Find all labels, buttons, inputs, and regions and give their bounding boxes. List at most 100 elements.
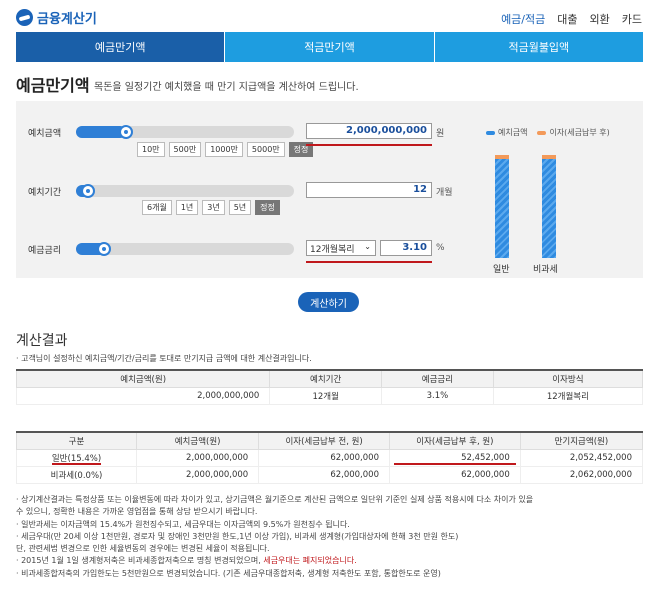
deposit-unit: 원: [436, 129, 445, 139]
legend-principal: 예치금액: [486, 127, 527, 138]
cell-method: 12개월복리: [492, 386, 644, 405]
cell: 2,052,452,000: [519, 448, 644, 467]
legend-interest-label: 이자(세금납부 후): [549, 128, 610, 137]
rate-input[interactable]: 3.10: [380, 240, 432, 256]
logo-text: 금융계산기: [37, 12, 97, 27]
period-6m-button[interactable]: 6개월: [142, 200, 172, 215]
col-type: 구분: [16, 431, 137, 450]
summary-table: 예치금액(원) 예치기간 예금금리 이자방식 2,000,000,000 12개…: [15, 369, 644, 405]
detail-header-row: 구분 예치금액(원) 이자(세금납부 전, 원) 이자(세금납부 후, 원) 만…: [16, 431, 644, 450]
note-line: · 상기계산결과는 특정상품 또는 이율변동에 따라 차이가 있고, 상기금액은…: [16, 495, 534, 504]
logo[interactable]: 금융계산기: [16, 8, 97, 27]
nav-deposit[interactable]: 예금/적금: [501, 11, 545, 27]
note-text: · 2015년 1월 1일 생계형저축은 비과세종합저축으로 명칭 변경되었으며…: [16, 556, 264, 566]
tab-savings-monthly[interactable]: 적금월불입액: [434, 32, 643, 62]
detail-table: 구분 예치금액(원) 이자(세금납부 전, 원) 이자(세금납부 후, 원) 만…: [16, 431, 644, 484]
compound-select-value: 12개월복리: [310, 245, 355, 255]
aftertax-underline: [393, 462, 516, 465]
legend-interest-swatch: [537, 130, 547, 135]
result-note: · 고객님이 설정하신 예치금액/기간/금리를 토대로 만기지급 금액에 대한 …: [16, 354, 312, 363]
result-title: 계산결과: [16, 333, 68, 349]
col-period: 예치기간: [269, 369, 383, 388]
cell: 2,062,000,000: [519, 465, 644, 484]
top-nav: 예금/적금 대출 외환 카드: [501, 11, 642, 27]
cell-period: 12개월: [269, 386, 383, 405]
cell-deposit: 2,000,000,000: [15, 386, 271, 405]
chart-plot-area: [456, 155, 643, 258]
page-title: 예금만기액: [16, 76, 90, 95]
nav-loan[interactable]: 대출: [557, 11, 577, 27]
legend-interest: 이자(세금납부 후): [537, 127, 610, 138]
deposit-underline: [306, 144, 432, 146]
col-maturity: 만기지급액(원): [519, 431, 644, 450]
cell: 2,000,000,000: [135, 448, 260, 467]
tab-bar: 예금만기액 적금만기액 적금월불입액: [16, 32, 643, 62]
col-rate: 예금금리: [381, 369, 494, 388]
summary-header-row: 예치금액(원) 예치기간 예금금리 이자방식: [15, 369, 644, 388]
legend-principal-swatch: [486, 130, 495, 135]
notes: · 상기계산결과는 특정상품 또는 이율변동에 따라 차이가 있고, 상기금액은…: [16, 494, 643, 580]
cell: 62,000,000: [258, 465, 390, 484]
note-line: · 일반과세는 이자금액의 15.4%가 원천징수되고, 세금우대는 이자금액의…: [16, 519, 350, 529]
note-line: · 비과세종합저축의 가입한도는 5천만원으로 변경되었습니다. (기존 세금우…: [16, 568, 441, 578]
deposit-quick-buttons: 10만 500만 1000만 5000만 정정: [137, 142, 314, 157]
table-row: 일반(15.4%) 2,000,000,000 62,000,000 52,45…: [16, 448, 644, 467]
bar-label-general: 일반: [493, 265, 510, 275]
period-label: 예치기간: [28, 188, 62, 198]
logo-icon: [16, 9, 33, 26]
cell: 62,000,000: [388, 465, 521, 484]
deposit-amount-input[interactable]: 2,000,000,000: [306, 123, 432, 139]
cell: 62,000,000: [258, 448, 390, 467]
chevron-down-icon: ⌄: [364, 242, 371, 251]
col-interest-pretax: 이자(세금납부 전, 원): [258, 431, 390, 450]
bar-0: [495, 155, 509, 258]
bar-1: [542, 155, 556, 258]
add-500man-button[interactable]: 500만: [168, 142, 202, 157]
calculate-button[interactable]: 계산하기: [298, 292, 359, 312]
note-line: · 2015년 1월 1일 생계형저축은 비과세종합저축으로 명칭 변경되었으며…: [16, 555, 643, 567]
legend-principal-label: 예치금액: [498, 128, 528, 137]
rate-slider[interactable]: [76, 242, 294, 256]
period-1y-button[interactable]: 1년: [175, 200, 199, 215]
col-method: 이자방식: [492, 369, 644, 388]
add-5000man-button[interactable]: 5000만: [246, 142, 285, 157]
deposit-label: 예치금액: [28, 129, 62, 139]
period-reset-button[interactable]: 정정: [255, 200, 280, 215]
period-input[interactable]: 12: [306, 182, 432, 198]
period-slider-handle[interactable]: [81, 184, 95, 198]
rate-underline: [306, 261, 432, 263]
aftertax-general-value: 52,452,000: [461, 452, 510, 463]
col-deposit: 예치금액(원): [15, 369, 271, 388]
period-slider[interactable]: [76, 184, 294, 198]
rate-label: 예금금리: [28, 246, 62, 256]
page-description: 목돈을 일정기간 예치했을 때 만기 지급액을 계산하여 드립니다.: [94, 82, 359, 93]
add-10man-button[interactable]: 10만: [137, 142, 165, 157]
period-3y-button[interactable]: 3년: [202, 200, 225, 215]
deposit-slider-handle[interactable]: [119, 125, 133, 139]
col-interest-aftertax: 이자(세금납부 후, 원): [388, 431, 521, 450]
note-highlight: 세금우대는 폐지되었습니다.: [263, 556, 357, 566]
nav-fx[interactable]: 외환: [590, 11, 610, 27]
note-line: 수 있으니, 정확한 내용은 가까운 영업점을 통해 상담 받으시기 바랍니다.: [16, 507, 258, 517]
period-unit: 개월: [436, 188, 453, 198]
general-underline: [52, 462, 101, 465]
cell-type-taxfree: 비과세(0.0%): [16, 465, 137, 484]
tab-deposit-maturity[interactable]: 예금만기액: [16, 32, 226, 62]
compound-select[interactable]: 12개월복리 ⌄: [306, 240, 376, 256]
deposit-slider[interactable]: [76, 125, 294, 139]
rate-slider-handle[interactable]: [97, 242, 111, 256]
cell-aftertax-general: 52,452,000: [388, 448, 521, 467]
rate-unit: %: [436, 243, 445, 253]
nav-card[interactable]: 카드: [622, 11, 642, 27]
period-quick-buttons: 6개월 1년 3년 5년 정정: [142, 200, 280, 215]
tab-savings-maturity[interactable]: 적금만기액: [225, 32, 435, 62]
result-chart: 예치금액 이자(세금납부 후) 일반 비과세: [456, 101, 643, 278]
add-1000man-button[interactable]: 1000만: [205, 142, 243, 157]
table-row: 2,000,000,000 12개월 3.1% 12개월복리: [15, 386, 644, 405]
table-row: 비과세(0.0%) 2,000,000,000 62,000,000 62,00…: [16, 465, 644, 484]
header: 금융계산기 예금/적금 대출 외환 카드: [0, 0, 658, 34]
cell-rate: 3.1%: [381, 386, 494, 405]
note-line: 단, 관련세법 변경으로 인한 세율변동의 경우에는 변경된 세율이 적용됩니다…: [16, 544, 270, 554]
cell-type-general: 일반(15.4%): [16, 448, 137, 467]
period-5y-button[interactable]: 5년: [228, 200, 252, 215]
